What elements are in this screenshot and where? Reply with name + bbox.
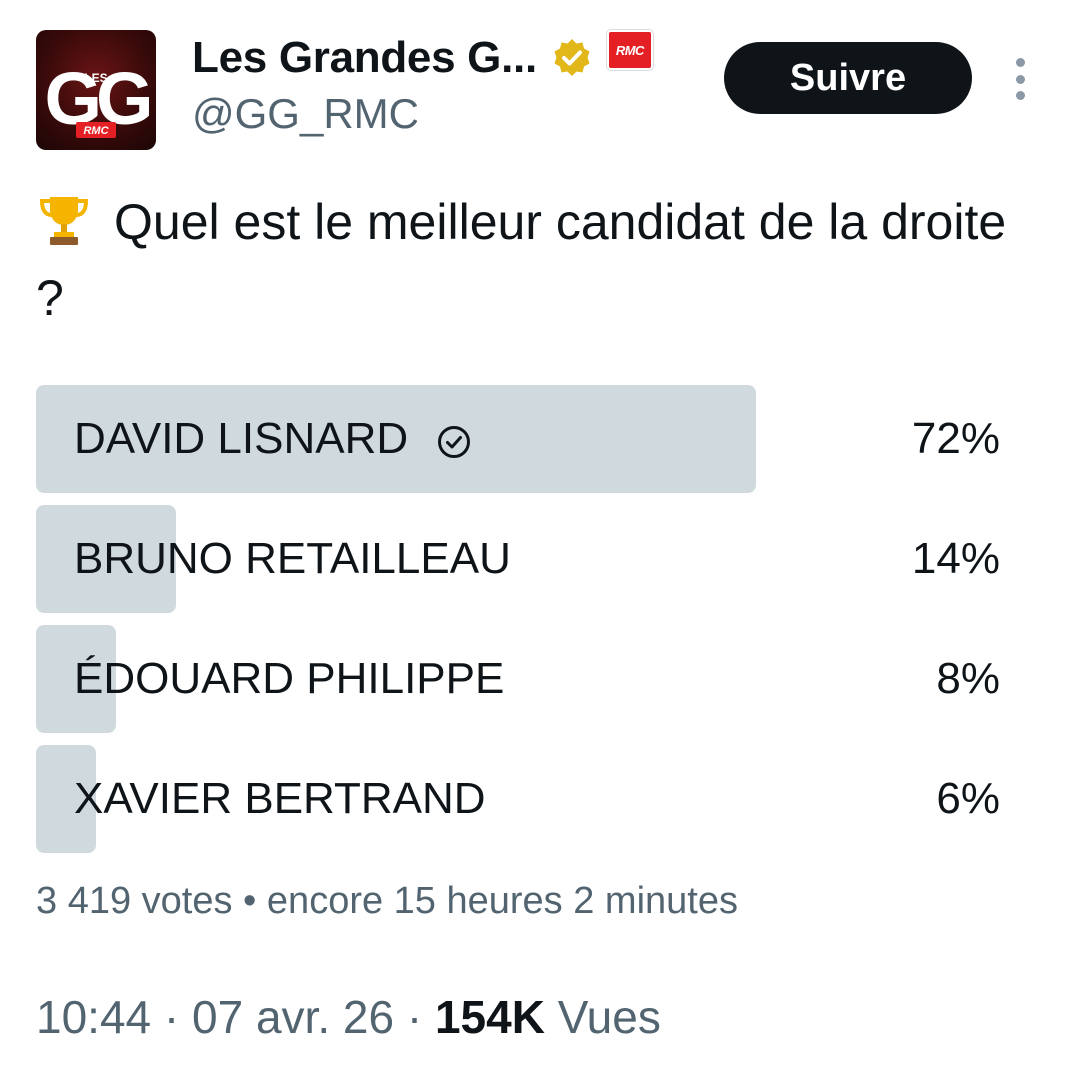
account-name-row: Les Grandes G... RMC bbox=[192, 30, 653, 86]
poll-option: XAVIER BERTRAND 6% bbox=[36, 745, 1006, 853]
check-circle-icon bbox=[436, 421, 472, 458]
tweet-date[interactable]: 07 avr. 26 bbox=[192, 991, 394, 1043]
tweet-text: Quel est le meilleur candidat de la droi… bbox=[36, 194, 1007, 326]
tweet-meta: 10:44 · 07 avr. 26 · 154K Vues bbox=[36, 990, 661, 1044]
avatar-logo-small: LES bbox=[84, 71, 107, 85]
follow-button[interactable]: Suivre bbox=[724, 42, 972, 114]
poll-option-percent: 6% bbox=[936, 774, 1000, 823]
poll-meta-separator: • bbox=[243, 880, 257, 922]
more-options-icon[interactable] bbox=[1008, 58, 1032, 100]
affiliate-badge-text: RMC bbox=[615, 42, 645, 58]
display-name[interactable]: Les Grandes G... bbox=[192, 33, 537, 83]
poll-option-percent: 72% bbox=[911, 414, 1000, 463]
tweet-time[interactable]: 10:44 bbox=[36, 991, 151, 1043]
account-handle[interactable]: @GG_RMC bbox=[192, 90, 419, 138]
poll-option: BRUNO RETAILLEAU 14% bbox=[36, 505, 1006, 613]
poll-vote-count: 3 419 votes bbox=[36, 880, 233, 922]
views-label: Vues bbox=[557, 991, 661, 1043]
meta-separator: · bbox=[163, 991, 180, 1043]
poll-time-remaining: encore 15 heures 2 minutes bbox=[266, 880, 738, 922]
poll-option-label: XAVIER BERTRAND bbox=[74, 774, 486, 823]
poll-option-label: BRUNO RETAILLEAU bbox=[74, 534, 511, 583]
tweet-text-container: Quel est le meilleur candidat de la droi… bbox=[36, 184, 1046, 336]
affiliate-badge-rmc[interactable]: RMC bbox=[606, 30, 653, 70]
trophy-icon bbox=[36, 191, 92, 247]
meta-separator: · bbox=[406, 991, 423, 1043]
poll-option-percent: 14% bbox=[911, 534, 1000, 583]
avatar-brand-text: RMC bbox=[83, 125, 109, 137]
poll-option-percent: 8% bbox=[936, 654, 1000, 703]
poll: DAVID LISNARD 72% BRUNO RETAILLEAU 14% É… bbox=[36, 385, 1006, 865]
poll-option-label: DAVID LISNARD bbox=[74, 414, 409, 463]
views-count[interactable]: 154K bbox=[435, 991, 545, 1043]
poll-option: ÉDOUARD PHILIPPE 8% bbox=[36, 625, 1006, 733]
gold-verified-badge-icon[interactable] bbox=[551, 37, 593, 79]
poll-option: DAVID LISNARD 72% bbox=[36, 385, 1006, 493]
poll-meta: 3 419 votes • encore 15 heures 2 minutes bbox=[36, 880, 738, 923]
gg-rmc-logo: GG LES RMC bbox=[44, 57, 155, 140]
poll-option-label: ÉDOUARD PHILIPPE bbox=[74, 654, 505, 703]
account-avatar[interactable]: GG LES RMC bbox=[36, 30, 156, 150]
